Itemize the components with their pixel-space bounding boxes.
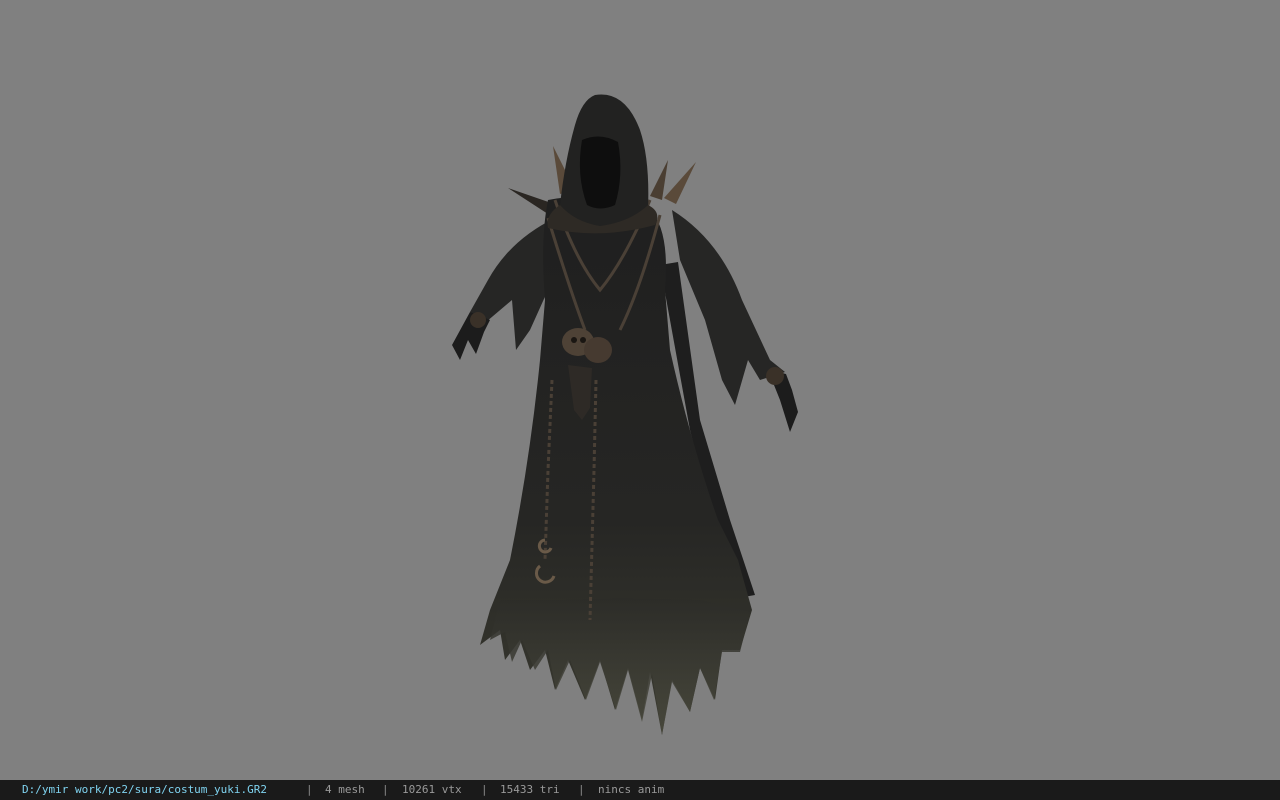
hood	[547, 94, 658, 234]
separator: |	[382, 783, 389, 796]
mesh-count-text: 4 mesh	[325, 783, 365, 796]
model-viewport[interactable]	[0, 0, 1280, 780]
separator: |	[306, 783, 313, 796]
animation-status-text: nincs anim	[598, 783, 665, 796]
character-model	[452, 94, 798, 735]
vertex-count-text: 10261 vtx	[402, 783, 462, 796]
status-bar: D:/ymir work/pc2/sura/costum_yuki.GR2 | …	[0, 780, 1280, 800]
separator: |	[578, 783, 585, 796]
separator: |	[481, 783, 488, 796]
file-path-text: D:/ymir work/pc2/sura/costum_yuki.GR2	[22, 783, 268, 796]
left-arm	[452, 218, 555, 360]
triangle-count-text: 15433 tri	[500, 783, 560, 796]
